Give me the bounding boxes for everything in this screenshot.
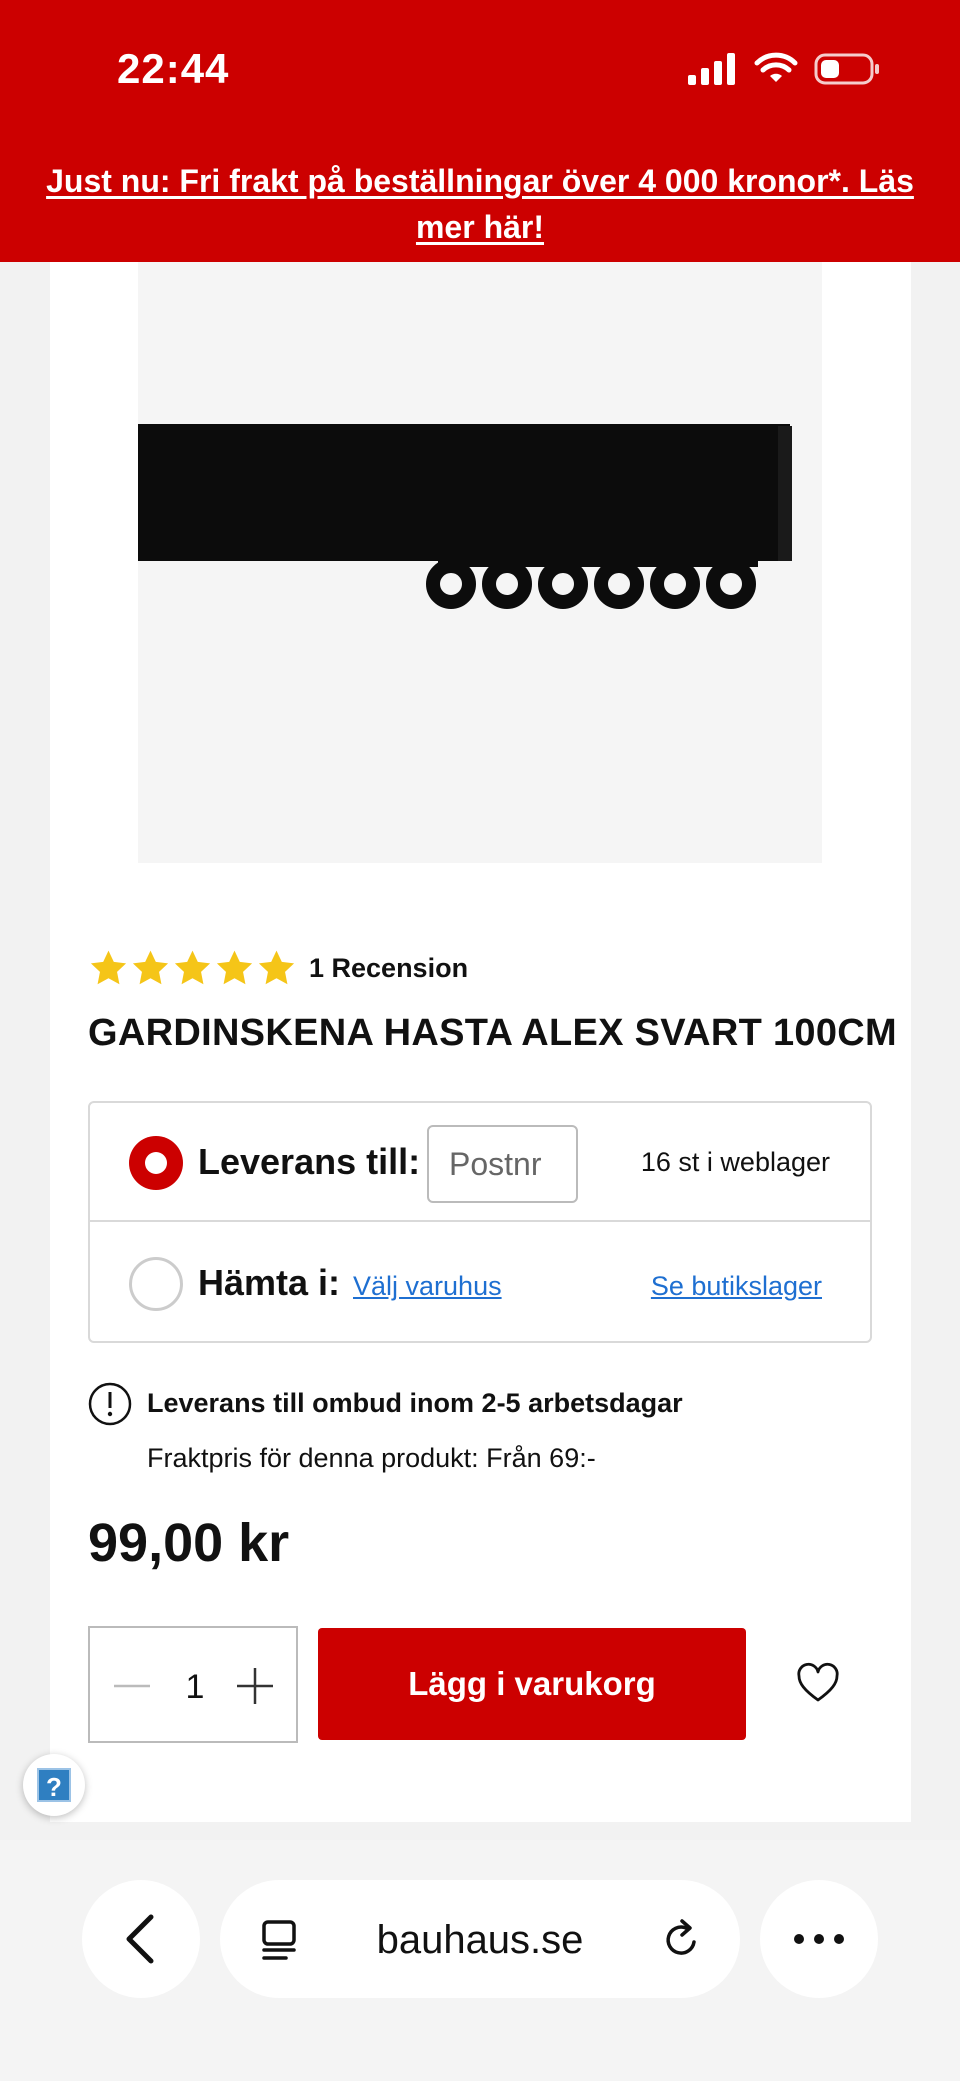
plus-icon[interactable] [235,1666,275,1706]
delivery-options: Leverans till: 16 st i weblager Hämta i:… [88,1101,872,1343]
star-icon [90,950,127,985]
star-icon [132,950,169,985]
add-to-cart-button[interactable]: Lägg i varukorg [318,1628,746,1740]
free-shipping-banner[interactable]: Just nu: Fri frakt på beställningar över… [40,158,920,250]
status-bar: 22:44 [0,0,960,140]
product-price: 99,00 kr [88,1513,290,1573]
rating-stars [88,948,297,989]
top-header: 22:44 Just nu: Fri frakt på beställninga… [0,0,960,262]
more-button[interactable] [760,1880,878,1998]
pickup-label: Hämta i: [198,1262,341,1303]
delivery-label: Leverans till: [198,1141,421,1182]
status-icons [688,52,880,86]
banner-line-1: Just nu: Fri frakt på beställningar över… [46,163,914,199]
star-icon [174,950,211,985]
status-time: 22:44 [117,45,230,92]
delivery-option-row[interactable]: Leverans till: 16 st i weblager [90,1103,870,1222]
banner-line-2: mer här! [415,209,545,245]
minus-icon[interactable] [112,1668,152,1704]
shipping-price-text: Fraktpris för denna produkt: Från 69:- [147,1443,596,1473]
quantity-stepper: 1 [88,1626,298,1743]
delivery-radio-selected[interactable] [129,1136,183,1190]
pickup-option-row[interactable]: Hämta i: Välj varuhus Se butikslager [90,1224,870,1343]
exclamation-icon [88,1382,132,1426]
review-count[interactable]: 1 Recension [309,953,468,984]
product-title: GARDINSKENA HASTA ALEX SVART 100CM [88,1012,897,1054]
back-button[interactable] [82,1880,200,1998]
star-icon [258,950,295,985]
more-icon [794,1934,844,1944]
help-icon: ? [37,1768,71,1802]
address-bar[interactable]: bauhaus.se [220,1880,740,1998]
signal-icon [688,53,735,85]
quantity-value[interactable]: 1 [175,1668,215,1707]
postnr-input[interactable] [427,1125,578,1203]
help-button[interactable]: ? [23,1754,85,1816]
chevron-left-icon [126,1914,154,1964]
store-stock-link[interactable]: Se butikslager [651,1271,822,1302]
wifi-icon [754,52,798,82]
pickup-radio[interactable] [129,1257,183,1311]
product-card: 1 Recension GARDINSKENA HASTA ALEX SVART… [23,262,911,1822]
product-rating[interactable]: 1 Recension [88,948,468,989]
notice-title: Leverans till ombud inom 2-5 arbetsdagar [147,1388,683,1418]
curtain-rail-image [138,424,792,609]
web-stock-text: 16 st i weblager [640,1147,830,1177]
star-icon [216,950,253,985]
battery-icon [814,53,879,85]
product-image [138,262,822,863]
browser-toolbar: bauhaus.se [0,1840,960,2081]
reload-icon[interactable] [660,1918,704,1962]
choose-store-link[interactable]: Välj varuhus [353,1271,502,1302]
heart-icon[interactable] [796,1662,840,1706]
